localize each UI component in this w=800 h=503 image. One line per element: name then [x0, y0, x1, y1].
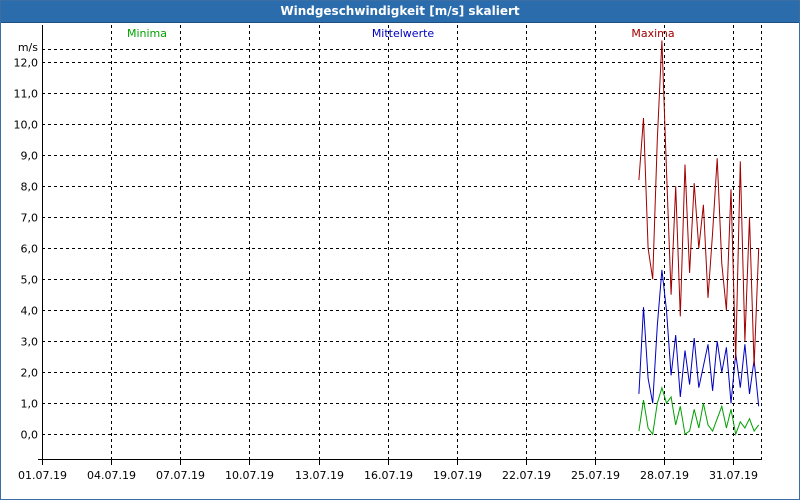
y-tick-label: 0,0 — [21, 429, 39, 442]
y-tick-label: 1,0 — [21, 398, 39, 411]
y-tick-label: 8,0 — [21, 181, 39, 194]
x-tick-label: 04.07.19 — [87, 469, 136, 482]
x-tick-label: 25.07.19 — [571, 469, 620, 482]
x-tick-label: 16.07.19 — [364, 469, 413, 482]
y-tick-label: 10,0 — [14, 119, 39, 132]
y-tick-label: 3,0 — [21, 336, 39, 349]
series-line-mittelwerte — [638, 269, 760, 407]
y-tick-label: 11,0 — [14, 88, 39, 101]
x-tick-label: 22.07.19 — [502, 469, 551, 482]
series-line-maxima — [638, 40, 760, 367]
x-tick-label: 19.07.19 — [433, 469, 482, 482]
chart-window: Windgeschwindigkeit [m/s] skaliert 0,0 1,… — [0, 0, 800, 500]
window-title: Windgeschwindigkeit [m/s] skaliert — [1, 1, 799, 23]
x-tick-label: 13.07.19 — [295, 469, 344, 482]
y-tick-label: 4,0 — [21, 305, 39, 318]
x-tick-label: 28.07.19 — [640, 469, 689, 482]
legend-mittelwerte: Mittelwerte — [372, 27, 435, 40]
y-tick-label: 7,0 — [21, 212, 39, 225]
y-tick-label: 9,0 — [21, 150, 39, 163]
y-axis-unit-label: m/s — [18, 41, 38, 54]
series-line-minima — [638, 385, 760, 437]
x-tick-label: 10.07.19 — [225, 469, 274, 482]
plot-area: 0,0 1,0 2,0 3,0 4,0 5,0 6,0 7,0 8,0 9,0 10,0 11,0 12… — [1, 23, 799, 499]
y-tick-label: 12,0 — [14, 57, 39, 70]
x-tick-label: 31.07.19 — [709, 469, 758, 482]
y-tick-label: 5,0 — [21, 274, 39, 287]
series-lines — [638, 40, 760, 437]
legend-minima: Minima — [127, 27, 167, 40]
x-tick-label: 01.07.19 — [18, 469, 67, 482]
y-tick-label: 2,0 — [21, 367, 39, 380]
y-tick-label: 6,0 — [21, 243, 39, 256]
wind-speed-chart: 0,0 1,0 2,0 3,0 4,0 5,0 6,0 7,0 8,0 9,0 10,0 11,0 12… — [14, 25, 762, 482]
legend-maxima: Maxima — [631, 27, 674, 40]
x-tick-label: 07.07.19 — [156, 469, 205, 482]
labels: 0,0 1,0 2,0 3,0 4,0 5,0 6,0 7,0 8,0 9,0 10,0 11,0 12… — [14, 27, 758, 482]
